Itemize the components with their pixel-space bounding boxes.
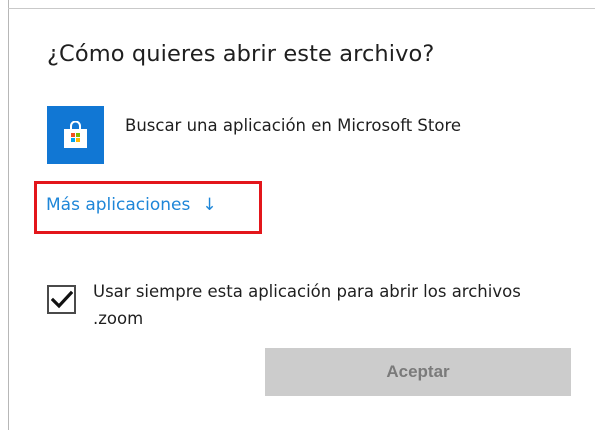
- open-with-dialog: ¿Cómo quieres abrir este archivo? Buscar…: [0, 0, 595, 430]
- dialog-left-border: [8, 0, 9, 430]
- always-use-label: Usar siempre esta aplicación para abrir …: [93, 282, 521, 328]
- microsoft-store-icon: [47, 106, 104, 164]
- arrow-down-icon: ↓: [202, 195, 217, 215]
- always-use-checkbox[interactable]: [47, 285, 76, 314]
- more-apps-link[interactable]: Más aplicaciones ↓: [46, 195, 217, 215]
- store-option-label: Buscar una aplicación en Microsoft Store: [125, 116, 462, 135]
- accept-button[interactable]: Aceptar: [265, 348, 571, 396]
- checkmark-icon: [51, 290, 73, 309]
- more-apps-label: Más aplicaciones: [46, 195, 191, 215]
- dialog-top-border: [8, 8, 595, 9]
- dialog-title: ¿Cómo quieres abrir este archivo?: [47, 41, 435, 67]
- store-option[interactable]: Buscar una aplicación en Microsoft Store: [47, 106, 567, 164]
